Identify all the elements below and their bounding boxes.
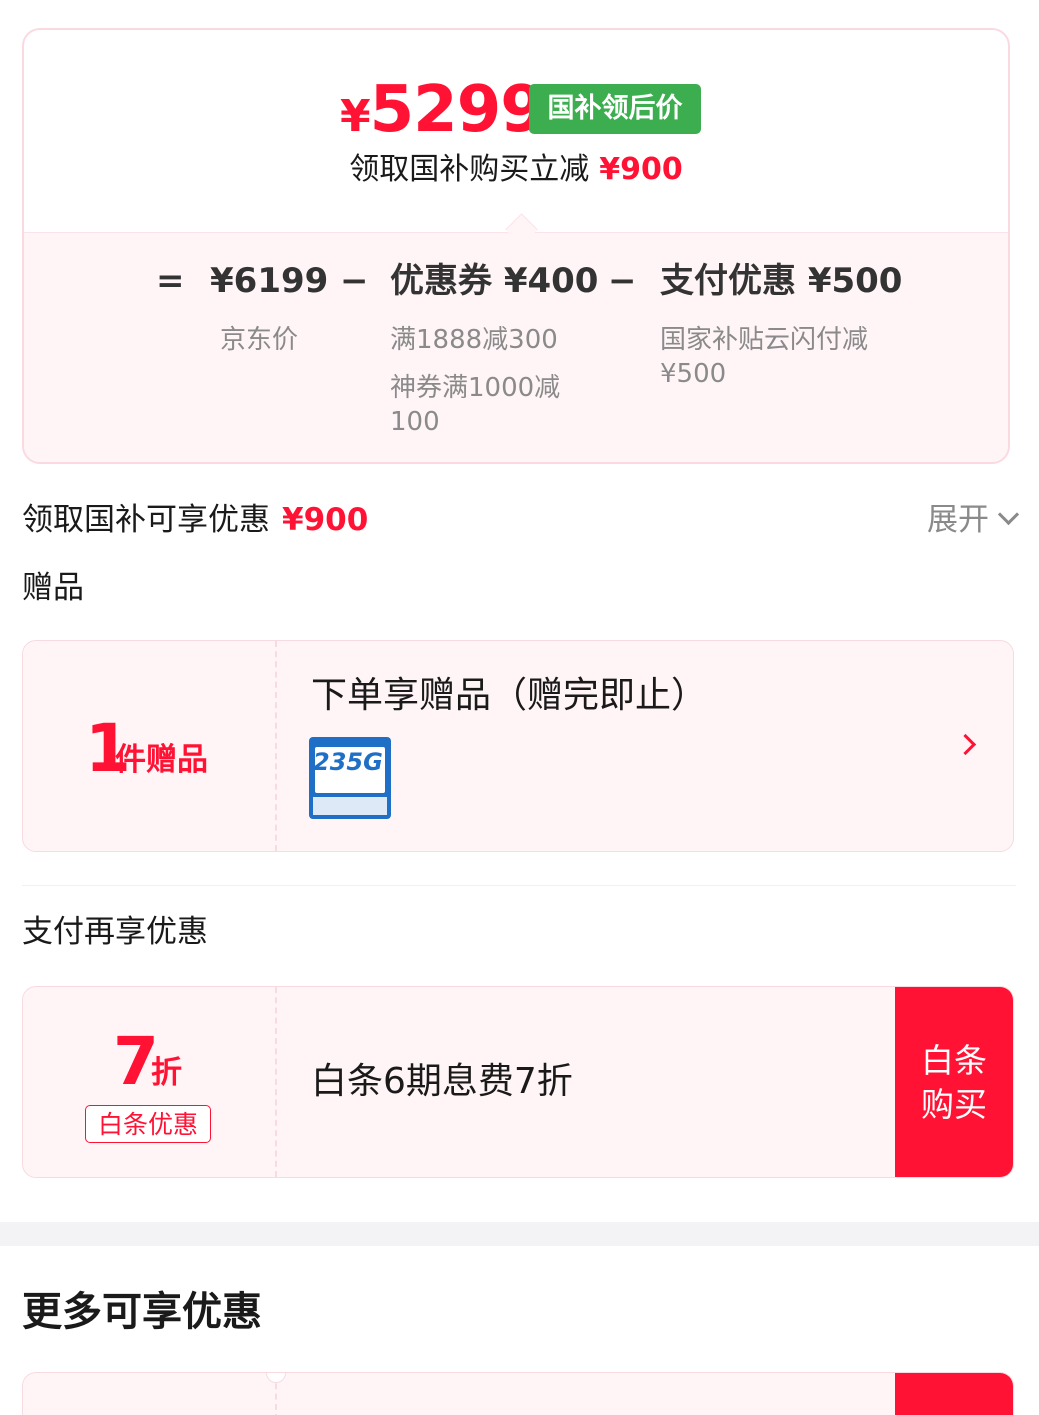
section-divider	[22, 885, 1016, 886]
payment-discount-line-1: 国家补贴云闪付减	[660, 325, 869, 355]
payment-discount-value: 支付优惠 ¥500	[660, 261, 903, 301]
gift-thumbnail-text: 235G	[313, 748, 383, 776]
subsidy-discount-text: 领取国补可享优惠	[22, 502, 270, 538]
payment-offer-section-title: 支付再享优惠	[22, 914, 208, 950]
dashed-divider	[275, 987, 277, 1177]
subsidy-price-badge: 国补领后价	[529, 84, 701, 134]
baitiao-offer-title: 白条6期息费7折	[311, 1061, 573, 1102]
equals-sign: =	[156, 261, 185, 301]
chevron-right-icon[interactable]	[954, 733, 977, 756]
payment-discount-line-2: ¥500	[660, 359, 727, 389]
promotion-page: ¥5299 国补领后价 领取国补购买立减 ¥900 = ¥6199 京东价 − 优…	[0, 0, 1039, 1415]
gift-thumbnail[interactable]: 235G	[309, 737, 391, 819]
coupon-line-1: 满1888减300	[390, 325, 558, 355]
gifts-section-title: 赠品	[22, 570, 84, 606]
coupon-line-2: 神券满1000减	[390, 373, 561, 403]
subsidy-reduction-text: 领取国补购买立减	[349, 152, 590, 187]
section-separator-band	[0, 1222, 1039, 1246]
baitiao-buy-button[interactable]: 白条 购买	[895, 987, 1013, 1177]
baitiao-offer-card[interactable]: 7 折 白条优惠 白条6期息费7折 白条 购买	[22, 986, 1014, 1178]
base-price-label: 京东价	[220, 325, 299, 355]
final-price-amount: 5299	[369, 73, 545, 147]
minus-sign: −	[608, 261, 637, 301]
subsidy-reduction-amount: ¥900	[599, 152, 683, 187]
subsidy-discount-amount: ¥900	[282, 502, 369, 538]
gift-title: 下单享赠品（赠完即止）	[311, 675, 708, 716]
coupon-line-3: 100	[390, 407, 440, 437]
subsidy-reduction-line: 领取国补购买立减 ¥900	[24, 150, 1008, 190]
dashed-divider	[275, 641, 277, 851]
currency-symbol: ¥	[340, 91, 371, 142]
price-breakdown: = ¥6199 京东价 − 优惠券 ¥400 满1888减300 神券满1000…	[24, 232, 1008, 462]
more-offer-action-button[interactable]	[895, 1373, 1013, 1415]
more-offer-card[interactable]	[22, 1372, 1014, 1415]
buy-button-line-1: 白条	[921, 1041, 987, 1080]
buy-button-line-2: 购买	[921, 1085, 987, 1124]
gift-card[interactable]: 1 件赠品 下单享赠品（赠完即止） 235G	[22, 640, 1014, 852]
gift-thumbnail-footer	[313, 797, 387, 815]
subsidy-discount-row: 领取国补可享优惠 ¥900 展开	[22, 496, 1020, 544]
expand-label: 展开	[927, 502, 989, 538]
final-price: ¥5299	[340, 78, 545, 149]
price-top: ¥5299 国补领后价 领取国补购买立减 ¥900	[24, 30, 1008, 232]
expand-button[interactable]: 展开	[927, 496, 1020, 544]
ticket-notch	[266, 1373, 286, 1383]
minus-sign: −	[340, 261, 369, 301]
baitiao-discount-tag: 白条优惠	[85, 1105, 211, 1143]
gift-count-unit: 件赠品	[115, 742, 208, 778]
coupon-value: 优惠券 ¥400	[390, 261, 599, 301]
base-price: ¥6199	[210, 261, 329, 301]
price-summary-card: ¥5299 国补领后价 领取国补购买立减 ¥900 = ¥6199 京东价 − 优…	[22, 28, 1010, 464]
discount-unit: 折	[151, 1055, 182, 1091]
more-offers-title: 更多可享优惠	[22, 1289, 262, 1335]
subsidy-discount-label: 领取国补可享优惠 ¥900	[22, 496, 368, 544]
chevron-down-icon	[997, 503, 1020, 526]
